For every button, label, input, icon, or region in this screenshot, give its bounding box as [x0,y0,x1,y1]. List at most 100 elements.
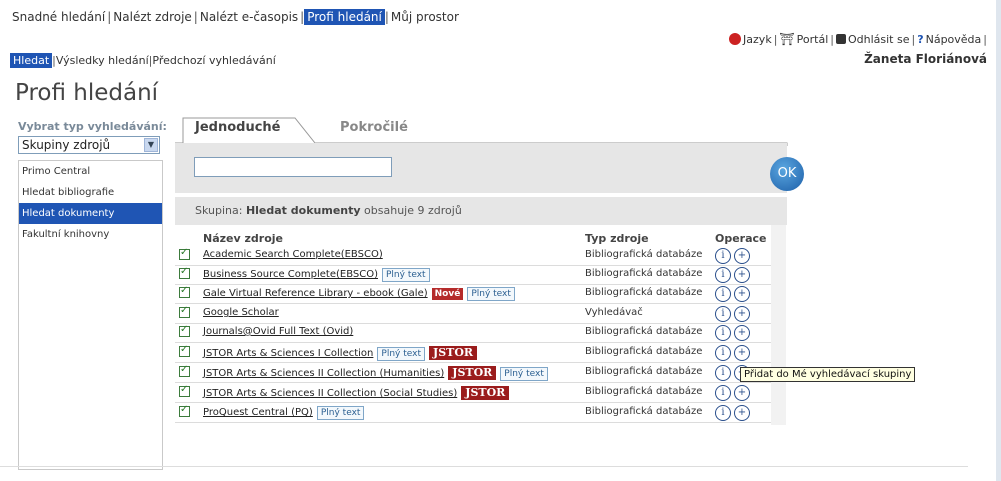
row-operations: i+ [715,344,753,361]
row-operations: i+ [715,247,753,264]
column-type: Typ zdroje [585,232,649,245]
row-checkbox[interactable] [179,344,190,357]
source-type: Bibliografická databáze [585,366,703,377]
nav-nalezt-zdroje[interactable]: Nalézt zdroje [111,10,194,24]
row-operations: i+ [715,305,753,322]
info-icon[interactable]: i [715,345,731,361]
group-header: Skupina: Hledat dokumenty obsahuje 9 zdr… [175,197,787,225]
fulltext-badge: Plný text [377,347,425,361]
info-icon[interactable]: i [715,405,731,421]
source-name-link[interactable]: Google Scholar [203,307,279,318]
help-icon: ? [917,32,924,46]
table-row: JSTOR Arts & Sciences II Collection (Hum… [175,363,771,383]
help-link[interactable]: Nápověda [926,33,982,46]
language-link[interactable]: Jazyk [743,33,772,46]
row-checkbox[interactable] [179,247,190,260]
source-name: Academic Search Complete(EBSCO) [203,249,383,260]
row-checkbox[interactable] [179,266,190,279]
info-icon[interactable]: i [715,365,731,381]
source-type: Bibliografická databáze [585,326,703,337]
source-name-link[interactable]: JSTOR Arts & Sciences II Collection (Soc… [203,386,510,400]
source-type: Bibliografická databáze [585,268,703,279]
source-type: Bibliografická databáze [585,386,703,397]
group-name: Hledat dokumenty [245,204,361,217]
row-operations: i+ [715,404,753,421]
search-type-item-dokumenty[interactable]: Hledat dokumenty [19,203,162,224]
source-type: Bibliografická databáze [585,249,703,260]
search-type-selected: Skupiny zdrojů [22,138,111,152]
subnav-predchozi[interactable]: Předchozí vyhledávání [152,54,275,67]
source-name-link[interactable]: JSTOR Arts & Sciences I Collection Plný t… [203,346,478,361]
column-ops: Operace [715,232,767,245]
info-icon[interactable]: i [715,267,731,283]
search-type-list: Primo Central Hledat bibliografie Hledat… [18,160,163,470]
chevron-down-icon[interactable]: ▼ [144,138,158,152]
info-icon[interactable]: i [715,385,731,401]
row-checkbox[interactable] [179,324,190,337]
source-type: Bibliografická databáze [585,287,703,298]
search-type-select[interactable]: Skupiny zdrojů ▼ [18,136,160,154]
row-checkbox[interactable] [179,404,190,417]
row-operations: i+ [715,285,753,302]
new-badge: Nové [431,288,464,300]
source-name-link[interactable]: Journals@Ovid Full Text (Ovid) [203,326,353,337]
source-name-link[interactable]: Gale Virtual Reference Library - ebook (… [203,287,515,301]
subnav-hledat[interactable]: Hledat [10,53,53,68]
lock-icon [835,34,846,44]
info-icon[interactable]: i [715,248,731,264]
logout-link[interactable]: Odhlásit se [848,33,910,46]
scrollbar[interactable] [771,225,786,425]
nav-profi-hledani[interactable]: Profi hledání [304,9,385,25]
top-navigation: Snadné hledání | Nalézt zdroje | Nalézt e-ča… [10,9,461,25]
add-icon[interactable]: + [734,267,750,283]
nav-muj-prostor[interactable]: Můj prostor [389,10,461,24]
source-name-link[interactable]: Business Source Complete(EBSCO) Plný text [203,268,430,282]
add-icon[interactable]: + [734,325,750,341]
bottom-divider [0,466,968,467]
add-icon[interactable]: + [734,286,750,302]
source-name-link[interactable]: JSTOR Arts & Sciences II Collection (Hum… [203,366,548,381]
add-icon[interactable]: + [734,248,750,264]
nav-snadne-hledani[interactable]: Snadné hledání [10,10,107,24]
window-scrollbar[interactable] [996,0,1001,481]
source-name: Journals@Ovid Full Text (Ovid) [203,326,354,337]
info-icon[interactable]: i [715,286,731,302]
nav-nalezt-ecasopis[interactable]: Nalézt e-časopis [198,10,300,24]
ok-button[interactable]: OK [770,157,804,191]
table-row: JSTOR Arts & Sciences I CollectionPlný t… [175,343,771,363]
source-name: Google Scholar [203,307,279,318]
row-operations: i+ [715,266,753,283]
portal-link[interactable]: Portál [797,33,829,46]
add-icon[interactable]: + [734,345,750,361]
row-checkbox[interactable] [179,384,190,397]
info-icon[interactable]: i [715,306,731,322]
table-row: Google Scholar Vyhledávač i+ [175,304,771,324]
search-type-item-fakultni[interactable]: Fakultní knihovny [19,224,162,245]
search-type-item-primo[interactable]: Primo Central [19,161,162,182]
jstor-logo: JSTOR [461,386,510,400]
add-icon[interactable]: + [734,405,750,421]
source-type: Bibliografická databáze [585,406,703,417]
search-type-item-bibliografie[interactable]: Hledat bibliografie [19,182,162,203]
subnav-vysledky[interactable]: Výsledky hledání [56,54,149,67]
group-prefix: Skupina: [195,204,243,217]
tab-jednoduche[interactable]: Jednoduché [195,120,280,135]
jstor-logo: JSTOR [428,346,478,360]
table-row: Academic Search Complete(EBSCO) Bibliogra… [175,246,771,266]
tooltip: Přidat do Mé vyhledávací skupiny [740,367,916,382]
add-icon[interactable]: + [734,306,750,322]
fulltext-badge: Plný text [500,367,548,381]
row-checkbox[interactable] [179,285,190,298]
source-name-link[interactable]: ProQuest Central (PQ) Plný text [203,406,365,420]
add-icon[interactable]: + [734,385,750,401]
info-icon[interactable]: i [715,325,731,341]
source-name-link[interactable]: Academic Search Complete(EBSCO) [203,249,383,260]
column-name: Název zdroje [203,232,283,245]
tab-pokrocile[interactable]: Pokročilé [340,120,408,135]
search-input[interactable] [194,157,392,177]
source-name: Gale Virtual Reference Library - ebook (… [203,288,428,299]
row-checkbox[interactable] [179,364,190,377]
source-type: Vyhledávač [585,307,643,318]
fulltext-badge: Plný text [382,268,430,282]
row-checkbox[interactable] [179,305,190,318]
